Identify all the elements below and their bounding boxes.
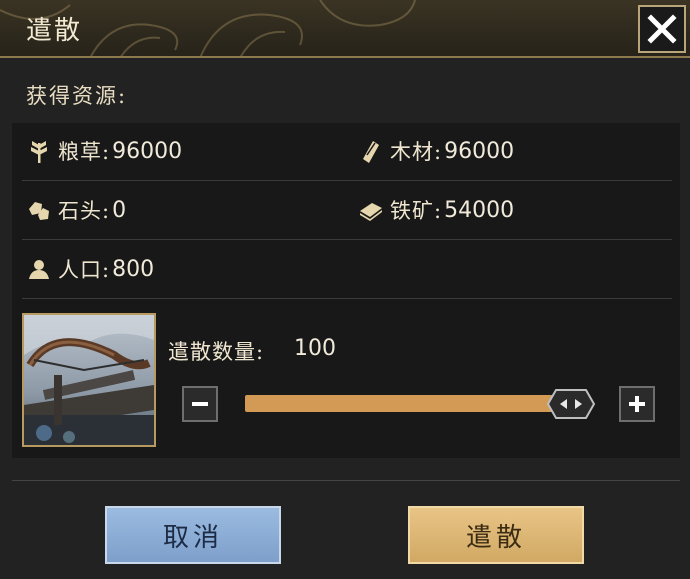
grain-icon (26, 138, 52, 164)
title-bar: 遣散 (0, 0, 690, 58)
resource-row: 人口: 800 (22, 241, 672, 299)
resource-value: 800 (112, 256, 155, 282)
resource-iron: 铁矿: 54000 (358, 194, 514, 226)
minus-icon (192, 402, 208, 406)
resource-label: 粮草: (58, 140, 111, 164)
decrease-button[interactable] (182, 386, 218, 422)
quantity-value: 100 (294, 336, 336, 361)
resource-value: 0 (112, 197, 127, 223)
resource-population: 人口: 800 (26, 253, 154, 285)
dialog-title: 遣散 (26, 16, 83, 46)
resources-heading: 获得资源: (26, 84, 128, 108)
plus-icon (629, 396, 645, 412)
footer-divider (12, 480, 680, 481)
resources-panel: 粮草: 96000 木材: 96000 石头: 0 铁矿: 54000 人口: … (12, 123, 680, 458)
quantity-label: 遣散数量: (168, 340, 265, 364)
quantity-slider-track[interactable] (245, 395, 575, 412)
resource-label: 木材: (390, 140, 443, 164)
wood-icon (358, 138, 384, 164)
resource-label: 人口: (58, 258, 111, 282)
unit-portrait (22, 313, 156, 447)
ballista-image (24, 315, 154, 445)
resource-grain: 粮草: 96000 (26, 135, 182, 167)
resource-label: 石头: (58, 199, 111, 223)
disband-button[interactable]: 遣散 (408, 506, 584, 564)
increase-button[interactable] (619, 386, 655, 422)
resource-label: 铁矿: (390, 199, 443, 223)
close-icon (647, 14, 677, 44)
slider-handle-icon (546, 389, 596, 419)
resource-row: 粮草: 96000 木材: 96000 (22, 123, 672, 181)
resource-value: 54000 (444, 197, 515, 223)
resource-stone: 石头: 0 (26, 194, 126, 226)
disband-dialog: 遣散 获得资源: 粮草: 96000 木材: 96000 石头: 0 铁矿: 5… (0, 0, 690, 579)
resource-wood: 木材: 96000 (358, 135, 514, 167)
cancel-button[interactable]: 取消 (105, 506, 281, 564)
resource-value: 96000 (112, 138, 183, 164)
stone-icon (26, 197, 52, 223)
iron-icon (358, 197, 384, 223)
population-icon (26, 256, 52, 282)
close-button[interactable] (638, 5, 686, 53)
quantity-slider-handle[interactable] (546, 388, 596, 420)
resource-value: 96000 (444, 138, 515, 164)
resource-row: 石头: 0 铁矿: 54000 (22, 182, 672, 240)
